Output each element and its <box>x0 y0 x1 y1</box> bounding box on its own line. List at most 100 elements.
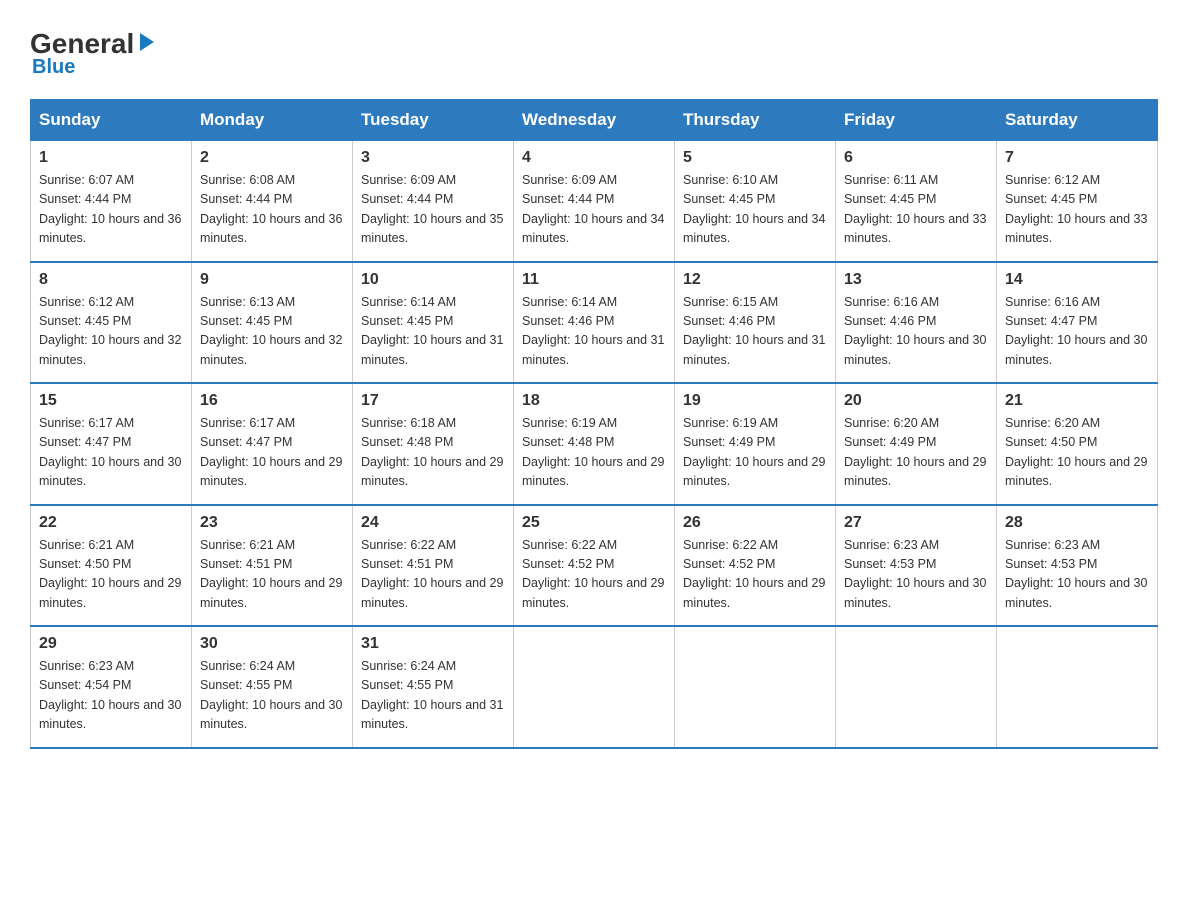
calendar-cell: 3 Sunrise: 6:09 AM Sunset: 4:44 PM Dayli… <box>353 141 514 262</box>
calendar-cell: 20 Sunrise: 6:20 AM Sunset: 4:49 PM Dayl… <box>836 383 997 505</box>
day-number: 23 <box>200 514 344 532</box>
day-info: Sunrise: 6:23 AM Sunset: 4:53 PM Dayligh… <box>1005 536 1149 614</box>
day-number: 15 <box>39 392 183 410</box>
day-info: Sunrise: 6:15 AM Sunset: 4:46 PM Dayligh… <box>683 293 827 371</box>
day-number: 11 <box>522 271 666 289</box>
day-info: Sunrise: 6:19 AM Sunset: 4:49 PM Dayligh… <box>683 414 827 492</box>
day-info: Sunrise: 6:12 AM Sunset: 4:45 PM Dayligh… <box>39 293 183 371</box>
calendar-cell: 9 Sunrise: 6:13 AM Sunset: 4:45 PM Dayli… <box>192 262 353 384</box>
header-wednesday: Wednesday <box>514 100 675 141</box>
day-number: 10 <box>361 271 505 289</box>
calendar-table: SundayMondayTuesdayWednesdayThursdayFrid… <box>30 99 1158 749</box>
header-monday: Monday <box>192 100 353 141</box>
calendar-cell: 6 Sunrise: 6:11 AM Sunset: 4:45 PM Dayli… <box>836 141 997 262</box>
day-info: Sunrise: 6:16 AM Sunset: 4:47 PM Dayligh… <box>1005 293 1149 371</box>
day-info: Sunrise: 6:19 AM Sunset: 4:48 PM Dayligh… <box>522 414 666 492</box>
day-number: 31 <box>361 635 505 653</box>
day-number: 1 <box>39 149 183 167</box>
calendar-cell: 22 Sunrise: 6:21 AM Sunset: 4:50 PM Dayl… <box>31 505 192 627</box>
day-info: Sunrise: 6:24 AM Sunset: 4:55 PM Dayligh… <box>200 657 344 735</box>
calendar-cell: 27 Sunrise: 6:23 AM Sunset: 4:53 PM Dayl… <box>836 505 997 627</box>
day-number: 2 <box>200 149 344 167</box>
day-info: Sunrise: 6:07 AM Sunset: 4:44 PM Dayligh… <box>39 171 183 249</box>
calendar-cell: 7 Sunrise: 6:12 AM Sunset: 4:45 PM Dayli… <box>997 141 1158 262</box>
day-info: Sunrise: 6:16 AM Sunset: 4:46 PM Dayligh… <box>844 293 988 371</box>
day-number: 4 <box>522 149 666 167</box>
calendar-cell <box>675 626 836 748</box>
day-number: 29 <box>39 635 183 653</box>
calendar-cell: 30 Sunrise: 6:24 AM Sunset: 4:55 PM Dayl… <box>192 626 353 748</box>
day-info: Sunrise: 6:18 AM Sunset: 4:48 PM Dayligh… <box>361 414 505 492</box>
day-number: 3 <box>361 149 505 167</box>
calendar-cell: 14 Sunrise: 6:16 AM Sunset: 4:47 PM Dayl… <box>997 262 1158 384</box>
day-info: Sunrise: 6:22 AM Sunset: 4:52 PM Dayligh… <box>522 536 666 614</box>
week-row-1: 1 Sunrise: 6:07 AM Sunset: 4:44 PM Dayli… <box>31 141 1158 262</box>
day-number: 6 <box>844 149 988 167</box>
header-sunday: Sunday <box>31 100 192 141</box>
calendar-cell: 25 Sunrise: 6:22 AM Sunset: 4:52 PM Dayl… <box>514 505 675 627</box>
calendar-cell: 16 Sunrise: 6:17 AM Sunset: 4:47 PM Dayl… <box>192 383 353 505</box>
week-row-4: 22 Sunrise: 6:21 AM Sunset: 4:50 PM Dayl… <box>31 505 1158 627</box>
day-number: 16 <box>200 392 344 410</box>
day-info: Sunrise: 6:17 AM Sunset: 4:47 PM Dayligh… <box>39 414 183 492</box>
page-header: General Blue <box>30 30 1158 79</box>
day-info: Sunrise: 6:14 AM Sunset: 4:45 PM Dayligh… <box>361 293 505 371</box>
calendar-cell: 4 Sunrise: 6:09 AM Sunset: 4:44 PM Dayli… <box>514 141 675 262</box>
day-info: Sunrise: 6:22 AM Sunset: 4:51 PM Dayligh… <box>361 536 505 614</box>
day-number: 27 <box>844 514 988 532</box>
day-info: Sunrise: 6:24 AM Sunset: 4:55 PM Dayligh… <box>361 657 505 735</box>
calendar-cell: 2 Sunrise: 6:08 AM Sunset: 4:44 PM Dayli… <box>192 141 353 262</box>
week-row-2: 8 Sunrise: 6:12 AM Sunset: 4:45 PM Dayli… <box>31 262 1158 384</box>
calendar-cell <box>836 626 997 748</box>
calendar-cell: 12 Sunrise: 6:15 AM Sunset: 4:46 PM Dayl… <box>675 262 836 384</box>
day-number: 22 <box>39 514 183 532</box>
day-info: Sunrise: 6:22 AM Sunset: 4:52 PM Dayligh… <box>683 536 827 614</box>
day-info: Sunrise: 6:11 AM Sunset: 4:45 PM Dayligh… <box>844 171 988 249</box>
day-number: 14 <box>1005 271 1149 289</box>
calendar-cell: 19 Sunrise: 6:19 AM Sunset: 4:49 PM Dayl… <box>675 383 836 505</box>
day-number: 17 <box>361 392 505 410</box>
day-number: 12 <box>683 271 827 289</box>
day-number: 26 <box>683 514 827 532</box>
calendar-cell: 26 Sunrise: 6:22 AM Sunset: 4:52 PM Dayl… <box>675 505 836 627</box>
calendar-cell: 15 Sunrise: 6:17 AM Sunset: 4:47 PM Dayl… <box>31 383 192 505</box>
calendar-cell: 17 Sunrise: 6:18 AM Sunset: 4:48 PM Dayl… <box>353 383 514 505</box>
day-number: 18 <box>522 392 666 410</box>
day-number: 30 <box>200 635 344 653</box>
day-info: Sunrise: 6:17 AM Sunset: 4:47 PM Dayligh… <box>200 414 344 492</box>
day-number: 8 <box>39 271 183 289</box>
day-info: Sunrise: 6:23 AM Sunset: 4:53 PM Dayligh… <box>844 536 988 614</box>
calendar-cell: 28 Sunrise: 6:23 AM Sunset: 4:53 PM Dayl… <box>997 505 1158 627</box>
header-tuesday: Tuesday <box>353 100 514 141</box>
day-number: 28 <box>1005 514 1149 532</box>
day-info: Sunrise: 6:14 AM Sunset: 4:46 PM Dayligh… <box>522 293 666 371</box>
day-info: Sunrise: 6:21 AM Sunset: 4:50 PM Dayligh… <box>39 536 183 614</box>
calendar-cell <box>514 626 675 748</box>
logo-blue: Blue <box>32 56 75 79</box>
week-row-3: 15 Sunrise: 6:17 AM Sunset: 4:47 PM Dayl… <box>31 383 1158 505</box>
day-number: 20 <box>844 392 988 410</box>
calendar-cell: 29 Sunrise: 6:23 AM Sunset: 4:54 PM Dayl… <box>31 626 192 748</box>
calendar-cell: 8 Sunrise: 6:12 AM Sunset: 4:45 PM Dayli… <box>31 262 192 384</box>
day-info: Sunrise: 6:10 AM Sunset: 4:45 PM Dayligh… <box>683 171 827 249</box>
logo-icon <box>136 31 158 53</box>
day-number: 25 <box>522 514 666 532</box>
calendar-cell: 24 Sunrise: 6:22 AM Sunset: 4:51 PM Dayl… <box>353 505 514 627</box>
day-info: Sunrise: 6:21 AM Sunset: 4:51 PM Dayligh… <box>200 536 344 614</box>
day-info: Sunrise: 6:09 AM Sunset: 4:44 PM Dayligh… <box>522 171 666 249</box>
day-number: 5 <box>683 149 827 167</box>
week-row-5: 29 Sunrise: 6:23 AM Sunset: 4:54 PM Dayl… <box>31 626 1158 748</box>
calendar-cell: 23 Sunrise: 6:21 AM Sunset: 4:51 PM Dayl… <box>192 505 353 627</box>
day-info: Sunrise: 6:20 AM Sunset: 4:49 PM Dayligh… <box>844 414 988 492</box>
day-number: 19 <box>683 392 827 410</box>
day-info: Sunrise: 6:13 AM Sunset: 4:45 PM Dayligh… <box>200 293 344 371</box>
header-saturday: Saturday <box>997 100 1158 141</box>
calendar-cell: 5 Sunrise: 6:10 AM Sunset: 4:45 PM Dayli… <box>675 141 836 262</box>
day-number: 24 <box>361 514 505 532</box>
calendar-cell: 10 Sunrise: 6:14 AM Sunset: 4:45 PM Dayl… <box>353 262 514 384</box>
day-info: Sunrise: 6:20 AM Sunset: 4:50 PM Dayligh… <box>1005 414 1149 492</box>
calendar-cell: 1 Sunrise: 6:07 AM Sunset: 4:44 PM Dayli… <box>31 141 192 262</box>
day-number: 7 <box>1005 149 1149 167</box>
day-info: Sunrise: 6:09 AM Sunset: 4:44 PM Dayligh… <box>361 171 505 249</box>
logo-general: General <box>30 30 134 58</box>
